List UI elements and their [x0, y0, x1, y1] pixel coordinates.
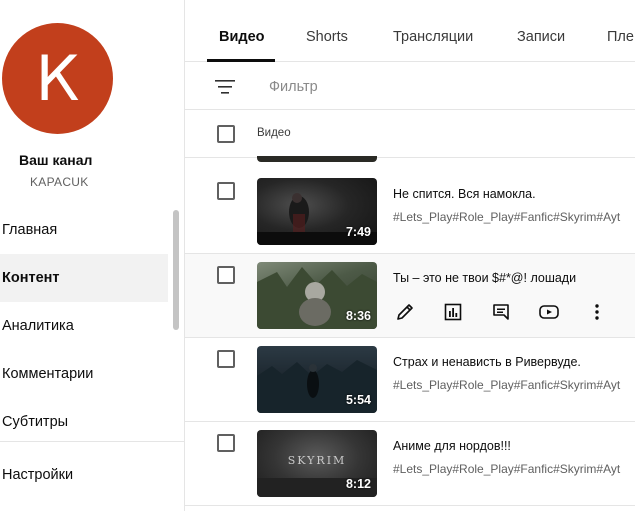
- video-title[interactable]: Страх и ненависть в Ривервуде.: [393, 355, 581, 369]
- sidebar-item-label: Комментарии: [2, 366, 94, 382]
- sidebar-item-label: Главная: [2, 222, 58, 238]
- thumbnail-logo-text: SKYRIM: [287, 454, 347, 467]
- video-title[interactable]: Аниме для нордов!!!: [393, 439, 511, 453]
- pencil-icon: [397, 304, 413, 320]
- sidebar-item-settings[interactable]: Настройки: [0, 451, 168, 499]
- sidebar-item-label: Аналитика: [2, 318, 74, 334]
- more-options-button[interactable]: [585, 300, 609, 324]
- video-thumbnail[interactable]: 8:36: [257, 262, 377, 329]
- row-actions: [393, 300, 633, 324]
- sidebar-item-content[interactable]: Контент: [0, 254, 168, 302]
- filter-icon[interactable]: [215, 79, 235, 95]
- row-checkbox[interactable]: [217, 266, 235, 284]
- studio-content-page: К Ваш канал KAPACUK Главная Контент Анал…: [0, 0, 635, 511]
- row-checkbox[interactable]: [217, 434, 235, 452]
- tab-playlists[interactable]: Пле: [607, 29, 634, 45]
- partial-thumbnail: [257, 156, 377, 162]
- edit-details-button[interactable]: [393, 300, 417, 324]
- sidebar-divider: [0, 441, 184, 442]
- channel-handle: KAPACUK: [30, 175, 89, 189]
- column-header-video: Видео: [257, 127, 291, 139]
- filter-input[interactable]: [269, 76, 569, 98]
- comments-button[interactable]: [489, 300, 513, 324]
- sidebar-item-comments[interactable]: Комментарии: [0, 350, 168, 398]
- video-thumbnail[interactable]: 5:54: [257, 346, 377, 413]
- video-thumbnail[interactable]: SKYRIM 8:12: [257, 430, 377, 497]
- video-row[interactable]: 8:36 Ты – это не твои $#*@! лошади: [185, 254, 635, 338]
- filter-bar: [185, 62, 635, 110]
- row-checkbox[interactable]: [217, 350, 235, 368]
- sidebar-item-analytics[interactable]: Аналитика: [0, 302, 168, 350]
- channel-title: Ваш канал: [19, 152, 93, 168]
- video-duration: 8:12: [345, 477, 371, 491]
- analytics-button[interactable]: [441, 300, 465, 324]
- video-row[interactable]: 7:49 Не спится. Вся намокла. #Lets_Play#…: [185, 170, 635, 254]
- row-checkbox[interactable]: [217, 182, 235, 200]
- tab-live[interactable]: Трансляции: [393, 29, 473, 45]
- analytics-icon: [444, 303, 462, 321]
- channel-avatar[interactable]: К: [2, 23, 113, 134]
- video-row[interactable]: SKYRIM 8:12 Аниме для нордов!!! #Lets_Pl…: [185, 422, 635, 506]
- video-duration: 7:49: [345, 225, 371, 239]
- table-header: Видео: [185, 110, 635, 158]
- video-duration: 5:54: [345, 393, 371, 407]
- youtube-icon: [539, 305, 559, 319]
- sidebar-item-label: Настройки: [2, 467, 74, 483]
- sidebar: К Ваш канал KAPACUK Главная Контент Анал…: [0, 0, 185, 511]
- view-on-youtube-button[interactable]: [537, 300, 561, 324]
- tab-posts[interactable]: Записи: [517, 29, 565, 45]
- video-row[interactable]: 5:54 Страх и ненависть в Ривервуде. #Let…: [185, 338, 635, 422]
- tab-shorts[interactable]: Shorts: [306, 29, 348, 45]
- sidebar-item-label: Контент: [2, 270, 60, 286]
- sidebar-item-subtitles[interactable]: Субтитры: [0, 398, 168, 446]
- tab-videos[interactable]: Видео: [219, 29, 265, 45]
- video-title[interactable]: Ты – это не твои $#*@! лошади: [393, 271, 576, 285]
- video-title[interactable]: Не спится. Вся намокла.: [393, 187, 536, 201]
- video-thumbnail[interactable]: 7:49: [257, 178, 377, 245]
- select-all-checkbox[interactable]: [217, 125, 235, 143]
- more-vert-icon: [595, 304, 599, 320]
- sidebar-scrollbar[interactable]: [173, 210, 179, 330]
- sidebar-item-dashboard[interactable]: Главная: [0, 206, 168, 254]
- content-tabs: Видео Shorts Трансляции Записи Пле: [185, 0, 635, 62]
- comment-icon: [493, 304, 509, 320]
- content-main: Видео Shorts Трансляции Записи Пле Видео: [185, 0, 635, 511]
- video-description: #Lets_Play#Role_Play#Fanfic#Skyrim#Ayt: [393, 378, 621, 392]
- sidebar-item-label: Субтитры: [2, 414, 69, 430]
- video-description: #Lets_Play#Role_Play#Fanfic#Skyrim#Ayt: [393, 462, 621, 476]
- video-description: #Lets_Play#Role_Play#Fanfic#Skyrim#Ayt: [393, 210, 621, 224]
- video-duration: 8:36: [345, 309, 371, 323]
